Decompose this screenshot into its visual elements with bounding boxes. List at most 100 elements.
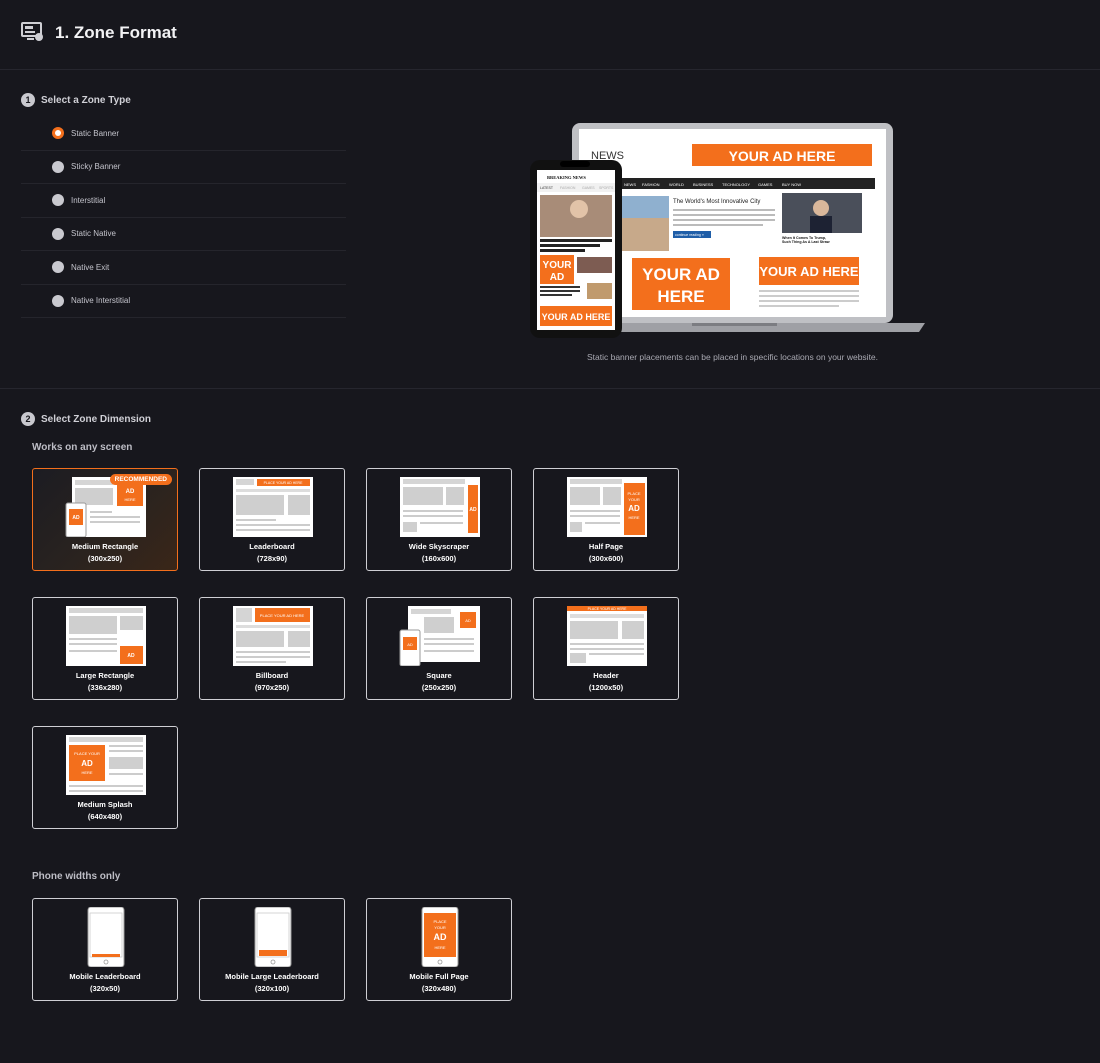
zone-type-heading: 1 Select a Zone Type — [21, 93, 131, 107]
radio-icon[interactable] — [52, 160, 64, 173]
zone-card-name: Wide Skyscraper — [408, 542, 470, 551]
page-header: 1. Zone Format — [0, 0, 1100, 70]
radio-static-banner[interactable]: Static Banner — [21, 117, 346, 151]
zone-card-half-page[interactable]: PLACE YOUR AD HERE Half Page (300x600) — [533, 468, 679, 571]
svg-text:PLACE YOUR AD HERE: PLACE YOUR AD HERE — [260, 613, 305, 618]
square-thumbnail: AD AD — [399, 606, 480, 666]
svg-text:AD: AD — [407, 642, 413, 647]
zone-card-size: (160x600) — [421, 554, 457, 563]
svg-text:TECHNOLOGY: TECHNOLOGY — [722, 182, 750, 187]
zone-card-size: (320x100) — [254, 984, 290, 993]
radio-static-native[interactable]: Static Native — [21, 218, 346, 251]
svg-text:HERE: HERE — [124, 497, 135, 502]
header-thumbnail: PLACE YOUR AD HERE — [567, 606, 647, 666]
svg-text:Such Thing As A Last Straw: Such Thing As A Last Straw — [782, 240, 830, 244]
svg-text:FASHION: FASHION — [642, 182, 660, 187]
svg-text:AD: AD — [628, 504, 640, 513]
radio-icon[interactable] — [52, 227, 64, 240]
zone-card-mobile-full-page[interactable]: PLACE YOUR AD HERE Mobile Full Page (320… — [366, 898, 512, 1001]
svg-text:GAMES: GAMES — [582, 186, 595, 190]
zone-card-square[interactable]: AD AD Square (250x250) — [366, 597, 512, 700]
radio-label: Native Interstitial — [71, 296, 131, 306]
radio-label: Native Exit — [71, 262, 110, 272]
svg-text:AD: AD — [72, 515, 80, 521]
zone-card-name: Billboard — [255, 671, 289, 680]
svg-text:PLACE YOUR AD HERE: PLACE YOUR AD HERE — [588, 607, 628, 611]
svg-text:YOUR: YOUR — [434, 925, 446, 930]
svg-text:AD: AD — [469, 507, 477, 513]
zone-card-size: (320x50) — [89, 984, 121, 993]
svg-text:WORLD: WORLD — [669, 182, 684, 187]
svg-text:AD: AD — [465, 618, 471, 623]
svg-text:AD: AD — [550, 272, 564, 283]
svg-text:PLACE YOUR: PLACE YOUR — [74, 751, 100, 756]
zone-type-title: Select a Zone Type — [41, 94, 131, 106]
zone-type-radio-group: Static Banner Sticky Banner Interstitial… — [21, 117, 346, 318]
zone-card-medium-splash[interactable]: PLACE YOUR AD HERE Medium Splash (640x48… — [32, 726, 178, 829]
zone-card-name: Large Rectangle — [75, 671, 135, 680]
radio-selected-icon[interactable] — [52, 127, 64, 140]
zone-card-wide-skyscraper[interactable]: AD Wide Skyscraper (160x600) — [366, 468, 512, 571]
svg-text:HERE: HERE — [81, 770, 92, 775]
zone-card-size: (336x280) — [87, 683, 123, 692]
mobile-full-page-thumbnail: PLACE YOUR AD HERE — [421, 907, 459, 967]
svg-text:FASHION: FASHION — [560, 186, 576, 190]
svg-text:PLACE YOUR AD HERE: PLACE YOUR AD HERE — [264, 481, 304, 485]
mobile-leaderboard-thumbnail — [87, 907, 125, 967]
mobile-large-leaderboard-thumbnail — [254, 907, 292, 967]
svg-text:SPORTS: SPORTS — [599, 186, 614, 190]
any-screen-label: Works on any screen — [32, 442, 133, 453]
medium-rectangle-thumbnail: AD HERE AD — [65, 477, 146, 537]
zone-card-mobile-large-leaderboard[interactable]: Mobile Large Leaderboard (320x100) — [199, 898, 345, 1001]
svg-text:AD: AD — [81, 759, 93, 768]
radio-icon[interactable] — [52, 294, 64, 307]
svg-text:YOUR AD HERE: YOUR AD HERE — [759, 264, 859, 279]
zone-card-billboard[interactable]: PLACE YOUR AD HERE Billboard (970x250) — [199, 597, 345, 700]
zone-card-large-rectangle[interactable]: AD Large Rectangle (336x280) — [32, 597, 178, 700]
zone-card-name: Square — [426, 671, 452, 680]
zone-card-size: (300x250) — [87, 554, 123, 563]
radio-native-exit[interactable]: Native Exit — [21, 251, 346, 285]
radio-sticky-banner[interactable]: Sticky Banner — [21, 151, 346, 184]
radio-label: Static Native — [71, 229, 116, 239]
svg-text:AD: AD — [126, 489, 135, 495]
svg-text:BUY NOW: BUY NOW — [782, 182, 801, 187]
zone-card-header[interactable]: PLACE YOUR AD HERE Header (1200x50) — [533, 597, 679, 700]
radio-native-interstitial[interactable]: Native Interstitial — [21, 285, 346, 318]
wide-skyscraper-thumbnail: AD — [400, 477, 480, 537]
radio-icon[interactable] — [52, 261, 64, 274]
billboard-thumbnail: PLACE YOUR AD HERE — [233, 606, 313, 666]
zone-card-size: (640x480) — [87, 812, 123, 821]
medium-splash-thumbnail: PLACE YOUR AD HERE — [66, 735, 146, 795]
zone-card-leaderboard[interactable]: PLACE YOUR AD HERE Leaderboard (728x90) — [199, 468, 345, 571]
leaderboard-thumbnail: PLACE YOUR AD HERE — [233, 477, 313, 537]
laptop-ad-text: YOUR AD HERE — [729, 148, 836, 164]
radio-label: Interstitial — [71, 195, 106, 205]
svg-text:BREAKING NEWS: BREAKING NEWS — [547, 175, 586, 180]
zone-card-medium-rectangle[interactable]: AD HERE AD RECOMMENDED Medium Rectangle … — [32, 468, 178, 571]
recommended-badge: RECOMMENDED — [109, 474, 172, 485]
zone-card-name: Leaderboard — [249, 542, 295, 551]
svg-text:YOUR: YOUR — [628, 497, 640, 502]
laptop-headline: The World's Most Innovative City — [673, 199, 760, 205]
zone-dimension-heading: 2 Select Zone Dimension — [21, 412, 151, 426]
static-banner-preview-illustration: NEWS YOUR AD HERE NEWS FASHION WORLD BUS… — [530, 123, 925, 338]
step-number-badge: 1 — [21, 93, 35, 107]
svg-text:LATEST: LATEST — [540, 186, 554, 190]
svg-text:PLACE: PLACE — [433, 919, 446, 924]
zone-type-description: Static banner placements can be placed i… — [586, 352, 879, 362]
radio-icon[interactable] — [52, 194, 64, 207]
radio-label: Static Banner — [71, 128, 120, 138]
zone-card-size: (970x250) — [254, 683, 290, 692]
zone-card-name: Medium Rectangle — [71, 542, 139, 551]
svg-text:NEWS: NEWS — [624, 182, 636, 187]
radio-interstitial[interactable]: Interstitial — [21, 184, 346, 218]
svg-text:BUSINESS: BUSINESS — [693, 182, 714, 187]
zone-card-size: (728x90) — [256, 554, 288, 563]
svg-text:GAMES: GAMES — [758, 182, 773, 187]
zone-monitor-icon — [21, 22, 43, 41]
svg-text:PLACE: PLACE — [627, 491, 640, 496]
step-number-badge: 2 — [21, 412, 35, 426]
zone-card-mobile-leaderboard[interactable]: Mobile Leaderboard (320x50) — [32, 898, 178, 1001]
svg-text:YOUR AD: YOUR AD — [642, 265, 720, 284]
